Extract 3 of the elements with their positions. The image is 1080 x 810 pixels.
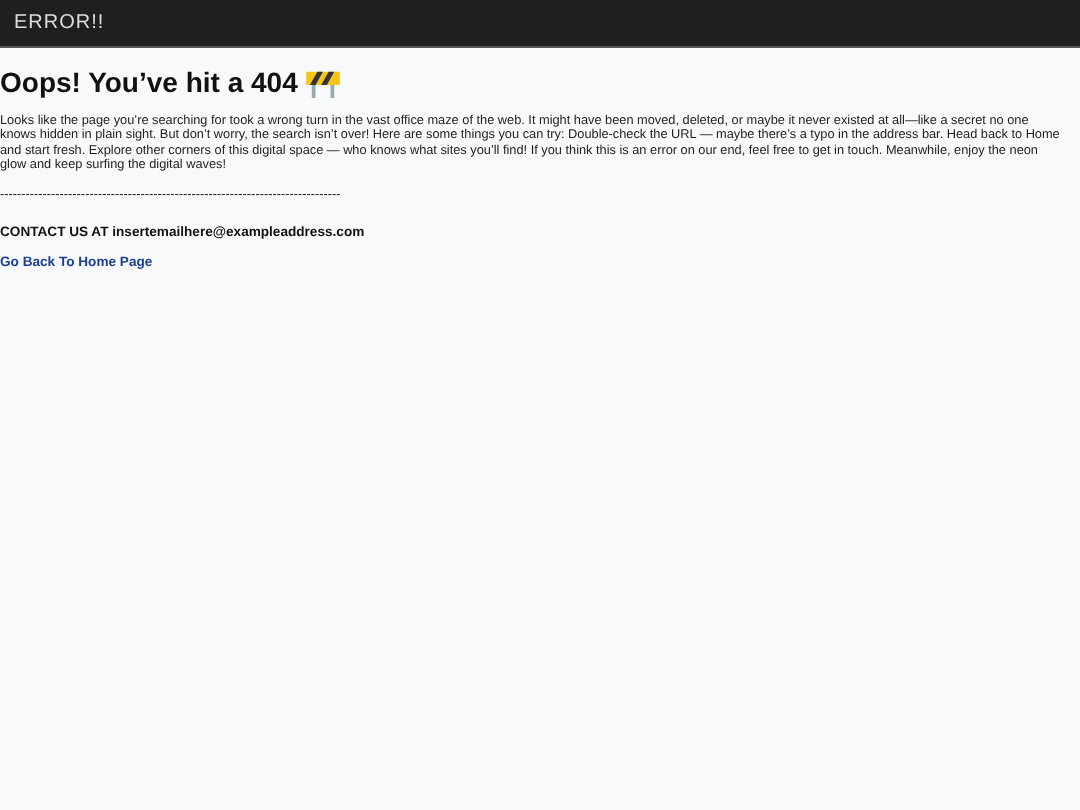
site-title: ERROR!! <box>14 12 105 34</box>
page-heading: Oops! You’ve hit a 404 <box>0 66 298 98</box>
construction-barrier-icon <box>305 67 340 97</box>
